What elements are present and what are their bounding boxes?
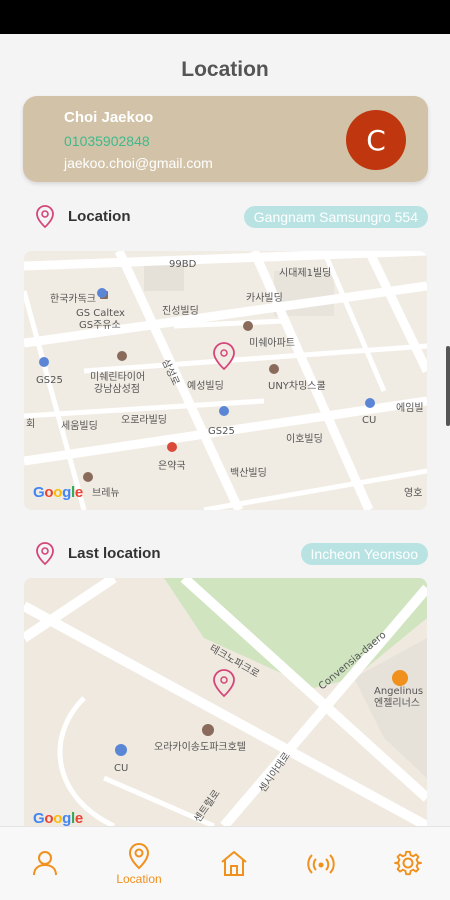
location-pin-icon bbox=[128, 842, 150, 870]
map-graphic: 한국카독크 99BD 시대제1빌딩 카사빌딩 GS Caltex GS주유소 진… bbox=[24, 251, 427, 510]
nav-location[interactable]: Location bbox=[94, 827, 184, 900]
svg-text:오라카이송도파크호텔: 오라카이송도파크호텔 bbox=[154, 741, 246, 753]
svg-text:이호빌딩: 이호빌딩 bbox=[286, 433, 323, 445]
profile-email: jaekoo.choi@gmail.com bbox=[64, 155, 213, 171]
svg-text:카사빌딩: 카사빌딩 bbox=[246, 292, 283, 304]
svg-text:CU: CU bbox=[362, 415, 376, 426]
home-icon bbox=[221, 851, 247, 876]
svg-text:진성빌딩: 진성빌딩 bbox=[162, 305, 199, 317]
svg-text:엔젤리너스: 엔젤리너스 bbox=[374, 697, 420, 709]
google-logo: Google bbox=[33, 810, 83, 826]
svg-text:Angelinus: Angelinus bbox=[374, 686, 423, 697]
svg-text:영호: 영호 bbox=[404, 487, 422, 499]
profile-phone: 01035902848 bbox=[64, 133, 150, 149]
status-bar bbox=[0, 0, 450, 34]
svg-text:미쉐아파트: 미쉐아파트 bbox=[249, 337, 295, 349]
last-location-address-badge: Incheon Yeonsoo bbox=[300, 543, 428, 565]
nav-broadcast[interactable] bbox=[276, 827, 366, 900]
svg-text:예성빌딩: 예성빌딩 bbox=[187, 380, 224, 392]
location-pin-icon bbox=[36, 205, 54, 229]
avatar[interactable]: C bbox=[346, 110, 406, 170]
svg-text:미쉐린타이어: 미쉐린타이어 bbox=[90, 371, 145, 383]
svg-text:회: 회 bbox=[26, 418, 35, 430]
last-location-label: Last location bbox=[68, 545, 161, 562]
svg-text:UNY차밍스쿨: UNY차밍스쿨 bbox=[268, 380, 326, 392]
location-pin-icon bbox=[36, 542, 54, 566]
svg-text:백산빌딩: 백산빌딩 bbox=[230, 467, 267, 479]
nav-home[interactable] bbox=[189, 827, 279, 900]
gear-icon bbox=[394, 850, 422, 876]
svg-text:한국카독크: 한국카독크 bbox=[50, 293, 96, 305]
svg-text:99BD: 99BD bbox=[169, 259, 197, 270]
person-icon bbox=[33, 851, 57, 876]
svg-text:강남삼성점: 강남삼성점 bbox=[94, 383, 140, 395]
nav-location-label: Location bbox=[116, 872, 162, 886]
location-address-badge: Gangnam Samsungro 554 bbox=[243, 206, 428, 228]
location-row: Location Gangnam Samsungro 554 bbox=[23, 203, 428, 231]
svg-text:GS25: GS25 bbox=[36, 375, 63, 386]
svg-text:오로라빌딩: 오로라빌딩 bbox=[121, 414, 167, 426]
nav-settings[interactable] bbox=[363, 827, 450, 900]
broadcast-icon bbox=[307, 854, 335, 874]
svg-text:GS주유소: GS주유소 bbox=[79, 319, 121, 331]
last-location-row: Last location Incheon Yeonsoo bbox=[23, 540, 428, 568]
scrollbar[interactable] bbox=[446, 346, 450, 426]
svg-text:GS Caltex: GS Caltex bbox=[76, 308, 125, 319]
svg-text:은약국: 은약국 bbox=[158, 460, 186, 472]
profile-name: Choi Jaekoo bbox=[64, 109, 154, 126]
profile-card[interactable]: Choi Jaekoo 01035902848 jaekoo.choi@gmai… bbox=[23, 96, 428, 182]
nav-profile[interactable] bbox=[0, 827, 90, 900]
map-graphic: 테크노파크로 Convensia-daero Angelinus 엔젤리너스 오… bbox=[24, 578, 427, 826]
current-location-map[interactable]: 한국카독크 99BD 시대제1빌딩 카사빌딩 GS Caltex GS주유소 진… bbox=[24, 251, 427, 510]
bottom-nav: Location bbox=[0, 826, 450, 900]
google-logo: Google bbox=[33, 484, 83, 501]
svg-text:세움빌딩: 세움빌딩 bbox=[61, 420, 98, 432]
page-title: Location bbox=[181, 58, 269, 81]
svg-text:에임빌: 에임빌 bbox=[396, 401, 424, 414]
last-location-map[interactable]: 테크노파크로 Convensia-daero Angelinus 엔젤리너스 오… bbox=[24, 578, 427, 826]
svg-text:CU: CU bbox=[114, 763, 128, 774]
svg-text:시대제1빌딩: 시대제1빌딩 bbox=[279, 267, 331, 279]
location-label: Location bbox=[68, 208, 131, 225]
svg-text:GS25: GS25 bbox=[208, 426, 235, 437]
svg-text:브레뉴: 브레뉴 bbox=[92, 487, 120, 499]
